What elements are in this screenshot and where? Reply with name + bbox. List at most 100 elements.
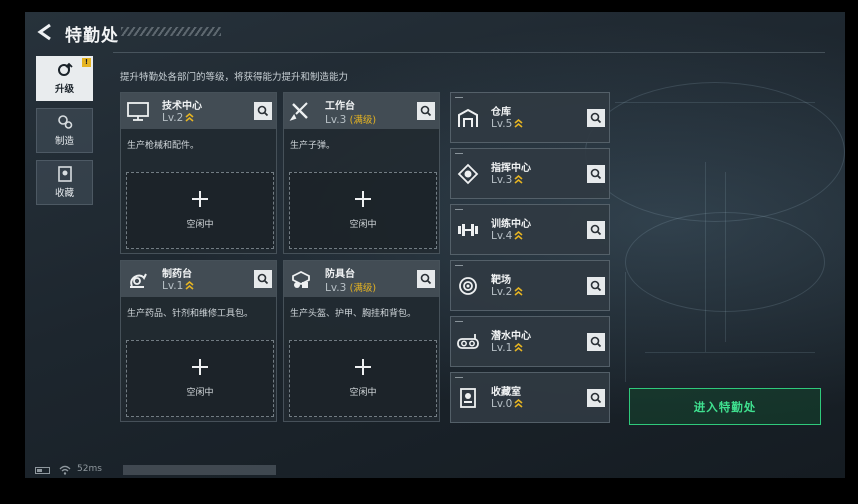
card-header[interactable]: 防具台 Lv.3 (满级) xyxy=(284,261,439,297)
inspect-button[interactable] xyxy=(587,277,605,295)
game-screen: 特勤处 提升特勤处各部门的等级，将获得能力提升和制造能力 升级 ! 制造 收藏 xyxy=(25,12,845,478)
back-button[interactable] xyxy=(35,22,55,42)
search-icon xyxy=(420,273,432,285)
tools-icon xyxy=(289,102,308,121)
back-arrow-icon xyxy=(37,23,51,41)
card-header[interactable]: 制药台 Lv.1 xyxy=(121,261,276,297)
nav-label: 制造 xyxy=(54,136,74,147)
slot-status: 空闲中 xyxy=(349,388,377,398)
facility-card-shooting-range[interactable]: 靶场 Lv.2 xyxy=(450,260,610,311)
production-slot[interactable]: 空闲中 xyxy=(289,172,437,249)
facility-level: Lv.0 xyxy=(491,398,523,410)
slot-status: 空闲中 xyxy=(349,220,377,230)
nav-tab-craft[interactable]: 制造 xyxy=(36,108,93,153)
upgrade-chevron-icon xyxy=(514,342,523,352)
ping-readout: 52ms xyxy=(77,464,102,474)
craft-gears-icon xyxy=(57,115,72,129)
facility-name: 制药台 xyxy=(162,269,192,280)
production-slot[interactable]: 空闲中 xyxy=(126,340,274,417)
inspect-button[interactable] xyxy=(254,270,272,288)
facility-level: Lv.4 xyxy=(491,230,523,242)
flask-icon xyxy=(130,273,147,288)
facility-card-tech-center: 技术中心 Lv.2 生产枪械和配件。 空闲中 xyxy=(120,92,277,254)
upgrade-chevron-icon xyxy=(514,230,523,240)
battery-icon xyxy=(35,467,50,474)
header-divider xyxy=(113,52,825,53)
header: 特勤处 xyxy=(25,12,845,52)
nav-label: 升级 xyxy=(54,84,74,95)
upgrade-chevron-icon xyxy=(514,174,523,184)
facility-card-armor-bench: 防具台 Lv.3 (满级) 生产头盔、护甲、胸挂和背包。 空闲中 xyxy=(283,260,440,422)
inspect-button[interactable] xyxy=(254,102,272,120)
facility-name: 潜水中心 xyxy=(491,331,531,342)
card-header[interactable]: 技术中心 Lv.2 xyxy=(121,93,276,129)
corner-tick xyxy=(455,153,463,156)
inspect-button[interactable] xyxy=(417,270,435,288)
blueprint-line xyxy=(625,272,626,382)
production-slot[interactable]: 空闲中 xyxy=(289,340,437,417)
inspect-button[interactable] xyxy=(587,389,605,407)
search-icon xyxy=(257,273,269,285)
facility-description: 生产枪械和配件。 xyxy=(127,141,200,151)
nav-tab-collection[interactable]: 收藏 xyxy=(36,160,93,205)
facility-card-command-center[interactable]: 指挥中心 Lv.3 xyxy=(450,148,610,199)
upgrade-chevron-icon xyxy=(514,286,523,296)
inspect-button[interactable] xyxy=(587,109,605,127)
facility-name: 收藏室 xyxy=(491,387,521,398)
facility-level: Lv.1 xyxy=(162,280,194,292)
collection-frame-icon xyxy=(57,166,72,182)
inspect-button[interactable] xyxy=(587,221,605,239)
search-icon xyxy=(590,224,602,236)
inspect-button[interactable] xyxy=(587,333,605,351)
search-icon xyxy=(590,392,602,404)
facility-card-collection-room[interactable]: 收藏室 Lv.0 xyxy=(450,372,610,423)
wifi-icon xyxy=(59,465,71,475)
slot-status: 空闲中 xyxy=(186,388,214,398)
facility-name: 工作台 xyxy=(325,101,355,112)
page-subtitle: 提升特勤处各部门的等级，将获得能力提升和制造能力 xyxy=(120,72,349,83)
facility-card-warehouse[interactable]: 仓库 Lv.5 xyxy=(450,92,610,143)
inspect-button[interactable] xyxy=(417,102,435,120)
page-title: 特勤处 xyxy=(65,26,119,46)
slot-status: 空闲中 xyxy=(186,220,214,230)
inspect-button[interactable] xyxy=(587,165,605,183)
enter-special-ops-button[interactable]: 进入特勤处 xyxy=(629,388,821,425)
diving-mask-icon xyxy=(457,334,479,349)
card-header[interactable]: 工作台 Lv.3 (满级) xyxy=(284,93,439,129)
search-icon xyxy=(420,105,432,117)
facility-card-training-center[interactable]: 训练中心 Lv.4 xyxy=(450,204,610,255)
max-level-label: (满级) xyxy=(349,115,377,126)
target-icon xyxy=(459,277,477,295)
upgrade-gear-icon xyxy=(57,62,73,76)
search-icon xyxy=(257,105,269,117)
facility-description: 生产头盔、护甲、胸挂和背包。 xyxy=(290,309,417,319)
plus-icon xyxy=(355,191,371,207)
facility-name: 指挥中心 xyxy=(491,163,531,174)
nav-tab-upgrade[interactable]: 升级 ! xyxy=(36,56,93,101)
facility-level: Lv.3 (满级) xyxy=(325,282,377,294)
corner-tick xyxy=(455,209,463,212)
command-icon xyxy=(457,163,479,185)
plus-icon xyxy=(192,359,208,375)
facility-card-diving-center[interactable]: 潜水中心 Lv.1 xyxy=(450,316,610,367)
facility-name: 技术中心 xyxy=(162,101,202,112)
corner-tick xyxy=(455,97,463,100)
upgrade-chevron-icon xyxy=(514,118,523,128)
facility-level: Lv.3 (满级) xyxy=(325,114,377,126)
production-slot[interactable]: 空闲中 xyxy=(126,172,274,249)
title-stripes-decoration xyxy=(121,27,221,36)
facility-name: 防具台 xyxy=(325,269,355,280)
facility-description: 生产子弹。 xyxy=(290,141,336,151)
max-level-label: (满级) xyxy=(349,283,377,294)
blueprint-line xyxy=(645,352,815,353)
dumbbell-icon xyxy=(458,224,478,236)
upgrade-chevron-icon xyxy=(185,112,194,122)
computer-icon xyxy=(127,102,149,121)
facility-level: Lv.2 xyxy=(491,286,523,298)
facility-name: 训练中心 xyxy=(491,219,531,230)
search-icon xyxy=(590,280,602,292)
blueprint-line xyxy=(705,162,706,352)
facility-level: Lv.3 xyxy=(491,174,523,186)
facility-description: 生产药品、针剂和维修工具包。 xyxy=(127,309,254,319)
facility-name: 靶场 xyxy=(491,275,511,286)
